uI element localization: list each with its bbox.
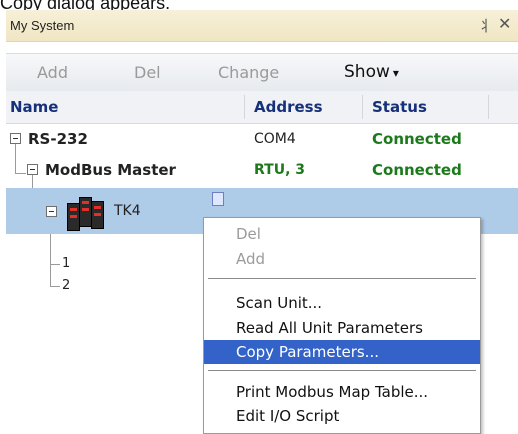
collapse-icon[interactable] [46,206,57,217]
menu-item-label: Edit I/O Script [236,407,340,425]
tree-row-modbus-master[interactable]: ModBus Master RTU, 3 Connected [6,155,518,186]
menu-item-read-all-unit-parameters[interactable]: Read All Unit Parameters [204,316,480,340]
column-header: Name Address Status [6,91,518,124]
rs232-label: RS-232 [28,130,88,148]
menu-separator [208,278,476,279]
tree-leaf-1[interactable]: 1 [62,256,70,271]
menu-item-label: Del [236,225,261,243]
modbus-address: RTU, 3 [254,162,306,178]
my-system-panel: My System 丬 ✕ Add Del Change Show ▾ Name … [6,10,518,434]
modbus-label: ModBus Master [45,161,176,179]
column-divider[interactable] [244,95,245,119]
rs232-address: COM4 [254,131,296,147]
context-menu: Del Add Scan Unit... Read All Unit Param… [203,217,481,434]
pin-icon[interactable]: 丬 [478,15,493,36]
rs232-status: Connected [372,130,462,148]
column-name-header[interactable]: Name [10,98,58,116]
menu-item-label: Print Modbus Map Table... [236,383,429,401]
tree-line [50,264,60,265]
menu-item-copy-parameters[interactable]: Copy Parameters... [204,340,480,364]
del-button[interactable]: Del [134,63,161,82]
column-divider[interactable] [362,95,363,119]
chevron-down-icon: ▾ [392,66,399,80]
map-table-icon [212,192,224,206]
panel-title: My System [10,18,75,33]
menu-separator [208,370,476,371]
column-status-header[interactable]: Status [372,98,427,116]
column-address-header[interactable]: Address [254,98,323,116]
toolbar: Add Del Change Show ▾ [6,53,518,92]
collapse-icon[interactable] [27,164,38,175]
column-divider[interactable] [488,95,489,119]
show-dropdown[interactable]: Show ▾ [344,62,399,82]
controller-device-icon [67,195,105,231]
modbus-status: Connected [372,161,462,179]
tree-row-rs232[interactable]: RS-232 COM4 Connected [6,124,518,155]
menu-item-edit-io-script[interactable]: Edit I/O Script [204,404,480,428]
collapse-icon[interactable] [10,133,21,144]
tk4-label: TK4 [114,203,141,219]
menu-item-scan-unit[interactable]: Scan Unit... [204,291,480,315]
change-button[interactable]: Change [218,63,279,82]
menu-item-print-modbus-map-table[interactable]: Print Modbus Map Table... [204,380,480,404]
close-icon[interactable]: ✕ [498,14,511,33]
menu-item-label: Copy Parameters... [236,343,379,361]
menu-item-label: Add [236,250,266,268]
menu-item-label: Scan Unit... [236,294,323,312]
add-button[interactable]: Add [37,63,68,82]
tree-line [50,229,51,287]
menu-item-add[interactable]: Add [204,247,480,271]
tree-leaf-2[interactable]: 2 [62,278,70,293]
tree-line [50,286,60,287]
panel-titlebar: My System 丬 ✕ [6,10,518,42]
menu-item-label: Read All Unit Parameters [236,319,423,337]
menu-item-del[interactable]: Del [204,222,480,246]
show-label: Show [344,62,390,82]
